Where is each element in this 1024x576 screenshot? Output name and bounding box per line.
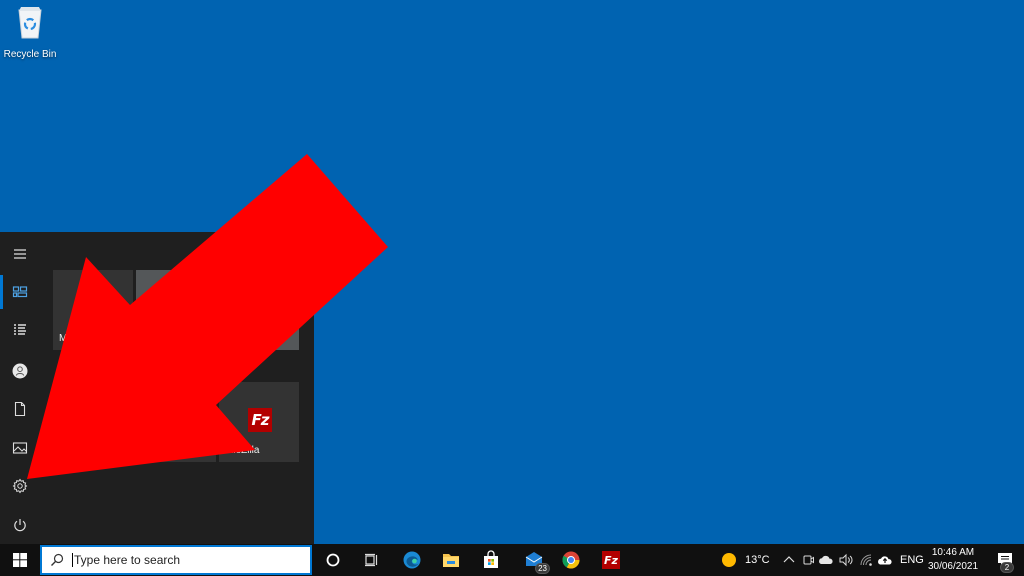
recycle-bin-icon: [18, 7, 42, 39]
tiles-icon: [12, 286, 28, 298]
rail-power-button[interactable]: [0, 506, 40, 544]
weather-temperature[interactable]: 13°C: [745, 544, 770, 576]
rail-all-apps-button[interactable]: [0, 311, 40, 349]
taskbar-cortana-button[interactable]: [314, 544, 352, 576]
cortana-circle-icon: [326, 553, 340, 567]
user-icon: [12, 363, 28, 379]
taskbar-search[interactable]: [40, 545, 312, 575]
windows-logo-icon: [13, 553, 27, 567]
hamburger-menu-icon: [14, 249, 26, 259]
filezilla-icon: Fz: [602, 551, 620, 569]
taskbar-clock[interactable]: 10:46 AM 30/06/2021: [922, 546, 984, 574]
rail-expand-button[interactable]: [0, 235, 40, 273]
start-tile[interactable]: [136, 382, 216, 462]
rail-pinned-tiles-button[interactable]: [0, 273, 40, 311]
start-tile-filezilla[interactable]: Fz FileZilla: [219, 382, 299, 462]
list-icon: [14, 324, 26, 335]
taskbar-filezilla-button[interactable]: Fz: [592, 544, 630, 576]
volume-icon[interactable]: [838, 552, 854, 568]
language-indicator[interactable]: ENG: [900, 544, 924, 576]
chrome-icon: [562, 551, 580, 569]
rail-documents-button[interactable]: [0, 390, 40, 428]
start-tile[interactable]: [136, 270, 299, 350]
search-input[interactable]: [74, 553, 294, 567]
taskbar-chrome-button[interactable]: [552, 544, 590, 576]
meet-now-icon[interactable]: [800, 552, 816, 568]
clock-time: 10:46 AM: [931, 547, 975, 558]
power-icon: [14, 519, 26, 532]
taskbar-file-explorer-button[interactable]: [432, 544, 470, 576]
rail-pictures-button[interactable]: [0, 429, 40, 467]
tile-label: M: [59, 333, 68, 344]
show-hidden-icons-chevron-icon[interactable]: [781, 552, 797, 568]
start-tile[interactable]: M: [53, 270, 133, 350]
action-center-button[interactable]: 2: [986, 544, 1024, 576]
onedrive-cloud-icon[interactable]: [818, 552, 834, 568]
gear-icon: [12, 478, 28, 494]
start-menu-rail: [0, 232, 40, 544]
weather-sun-icon[interactable]: [721, 552, 737, 568]
rail-settings-button[interactable]: [0, 467, 40, 505]
folder-icon: [443, 554, 459, 567]
task-view-icon: [365, 553, 378, 567]
notification-count-badge: 2: [1000, 562, 1014, 573]
search-icon: [51, 553, 64, 566]
taskbar-store-button[interactable]: [472, 544, 510, 576]
text-caret: [72, 553, 73, 567]
store-icon: [484, 550, 498, 568]
taskbar-edge-button[interactable]: [393, 544, 431, 576]
desktop-icon-recycle-bin[interactable]: Recycle Bin: [2, 4, 58, 60]
mail-unread-badge: 23: [535, 563, 550, 574]
start-button[interactable]: [0, 544, 40, 576]
tile-label: FileZilla: [225, 445, 260, 456]
taskbar: 23 Fz 13°C ENG 10:46 AM 30/06/2021 2: [0, 544, 1024, 576]
wifi-icon[interactable]: [858, 552, 874, 568]
desktop-icon-label: Recycle Bin: [3, 49, 57, 60]
cloud-upload-icon[interactable]: [877, 552, 893, 568]
document-icon: [14, 401, 26, 417]
taskbar-task-view-button[interactable]: [352, 544, 390, 576]
taskbar-mail-button[interactable]: 23: [515, 544, 553, 576]
clock-date: 30/06/2021: [927, 561, 979, 572]
filezilla-icon: Fz: [248, 408, 272, 432]
start-menu: M Fz FileZilla: [0, 232, 314, 544]
rail-account-button[interactable]: [0, 352, 40, 390]
edge-icon: [403, 551, 421, 569]
pictures-icon: [12, 442, 28, 454]
